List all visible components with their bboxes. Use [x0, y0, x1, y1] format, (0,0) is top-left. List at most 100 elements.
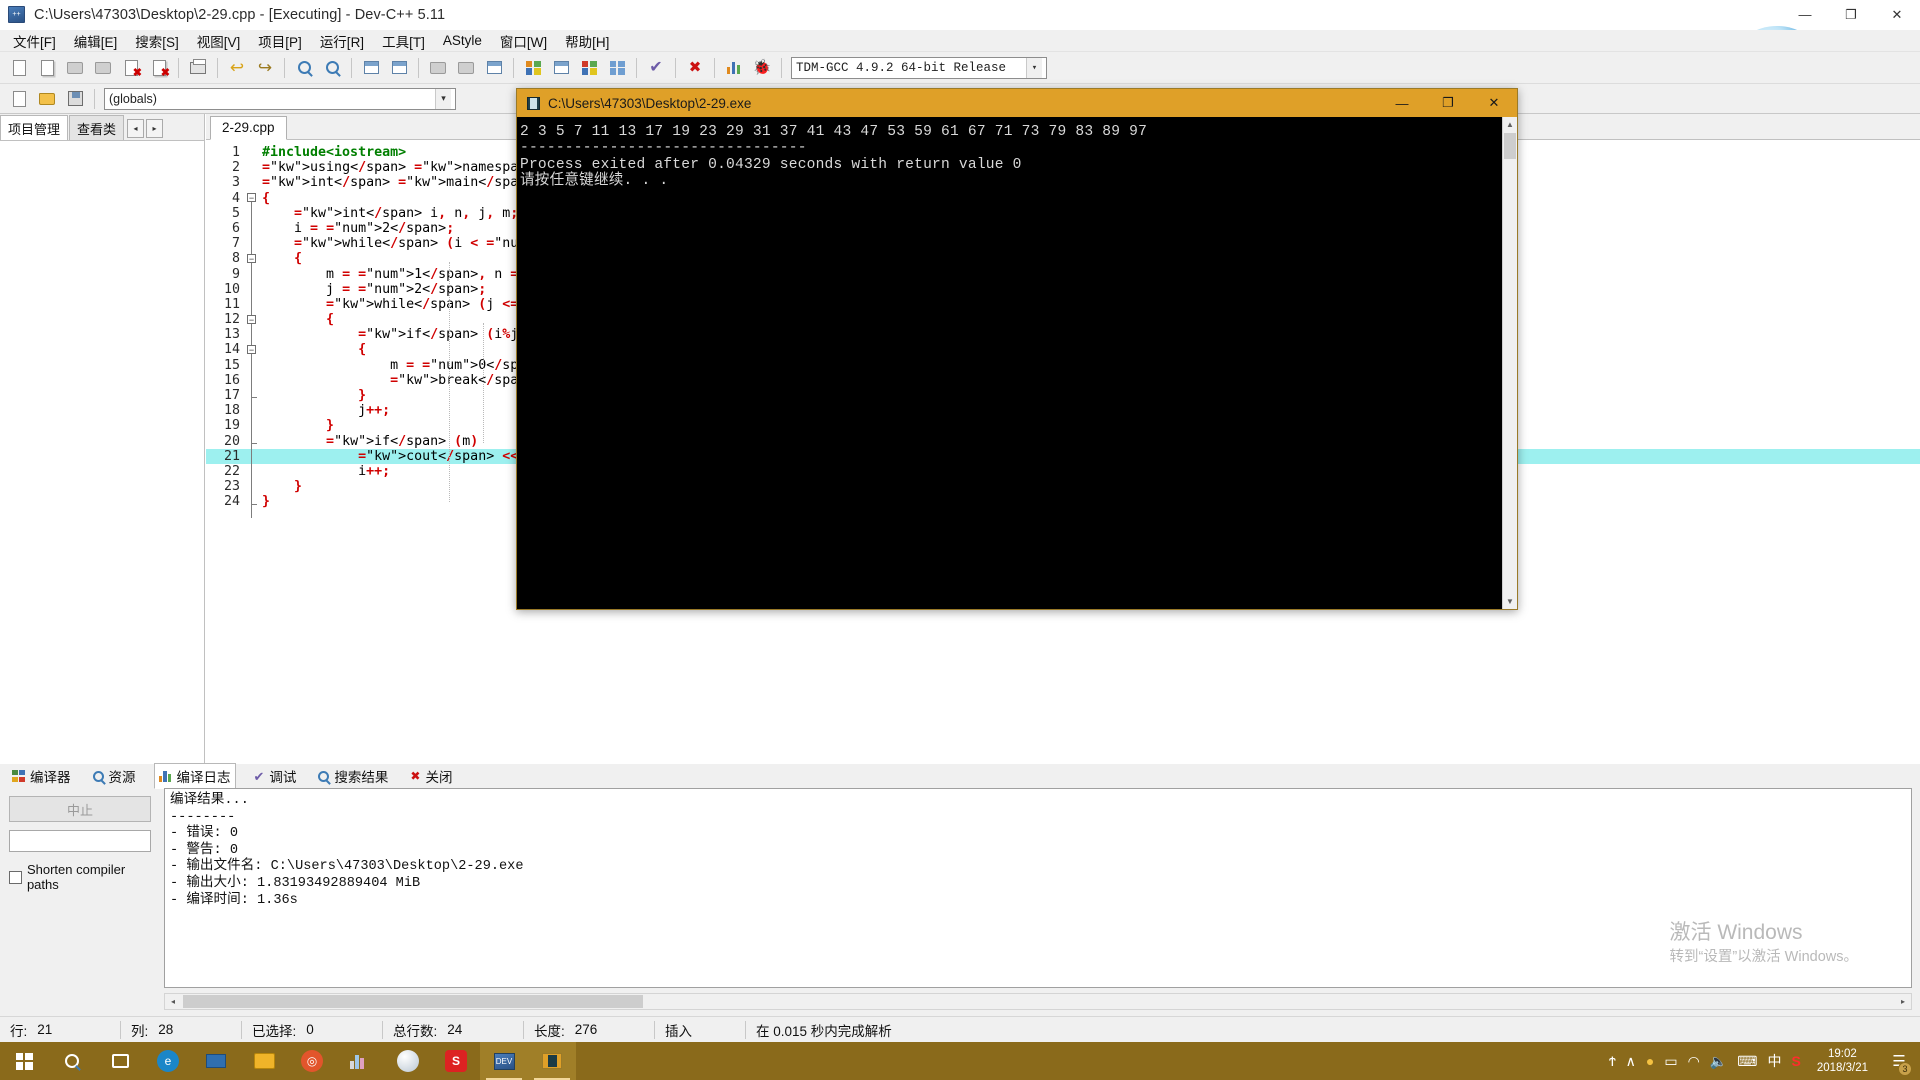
console-close-button[interactable]: ✕ [1471, 89, 1517, 117]
toggle-bookmark-button[interactable] [34, 86, 60, 112]
tab-compiler[interactable]: 编译器 [8, 764, 75, 788]
shorten-paths-checkbox[interactable] [9, 870, 22, 884]
chevron-up-icon[interactable]: ∧ [1626, 1053, 1636, 1070]
new-file-button[interactable] [6, 55, 32, 81]
taskbar-app-explorer[interactable] [240, 1042, 288, 1080]
console-minimize-button[interactable]: — [1379, 89, 1425, 117]
goto-function-button[interactable] [386, 55, 412, 81]
goto-bookmark-button[interactable] [62, 86, 88, 112]
tabs-prev-button[interactable]: ◂ [127, 119, 145, 138]
fold-toggle-12[interactable]: − [247, 315, 256, 324]
compile-button[interactable] [520, 55, 546, 81]
editor-tab-2-29-cpp[interactable]: 2-29.cpp [210, 116, 287, 140]
scroll-up-icon[interactable]: ▲ [1503, 117, 1517, 132]
battery-icon[interactable]: ▭ [1664, 1053, 1677, 1070]
replace-button[interactable] [319, 55, 345, 81]
people-icon[interactable]: Ϯ [1609, 1053, 1616, 1069]
insert-button[interactable] [6, 86, 32, 112]
save-button[interactable] [62, 55, 88, 81]
taskbar-app-chart[interactable] [336, 1042, 384, 1080]
tab-resources[interactable]: 资源 [89, 764, 140, 788]
compiler-select[interactable]: TDM-GCC 4.9.2 64-bit Release ▾ [791, 56, 1047, 79]
taskbar-app-orange[interactable]: ◎ [288, 1042, 336, 1080]
scroll-right-icon[interactable]: ▸ [1895, 997, 1911, 1006]
start-button[interactable] [0, 1042, 48, 1080]
run-button[interactable] [548, 55, 574, 81]
project-tree[interactable] [0, 140, 204, 764]
search-taskbar-button[interactable] [48, 1042, 96, 1080]
taskbar-app-mail[interactable] [192, 1042, 240, 1080]
list-button[interactable] [481, 55, 507, 81]
network-icon[interactable]: ◠ [1688, 1053, 1700, 1070]
syntax-check-button[interactable]: ✔ [643, 55, 669, 81]
tab-compile-log[interactable]: 编译日志 [153, 763, 236, 789]
compiler-path-field[interactable] [9, 830, 151, 852]
maximize-button[interactable]: ❐ [1828, 0, 1874, 30]
menu-file[interactable]: 文件[F] [4, 29, 65, 53]
notification-center-button[interactable]: ☰ 3 [1884, 1042, 1914, 1080]
close-file-button[interactable]: ✖ [118, 55, 144, 81]
task-view-button[interactable] [96, 1042, 144, 1080]
tab-close-panel[interactable]: ✖ 关闭 [406, 764, 456, 788]
menu-run[interactable]: 运行[R] [311, 29, 373, 53]
fold-toggle-14[interactable]: − [247, 345, 256, 354]
open-file-button[interactable] [34, 55, 60, 81]
compile-run-button[interactable] [576, 55, 602, 81]
console-window[interactable]: C:\Users\47303\Desktop\2-29.exe — ❐ ✕ 2 … [516, 88, 1518, 610]
compile-run-icon [581, 60, 597, 75]
undo-button[interactable]: ↩ [224, 55, 250, 81]
tabs-next-button[interactable]: ▸ [146, 119, 164, 138]
shorten-paths-row[interactable]: Shorten compiler paths [9, 862, 160, 892]
tab-search-results[interactable]: 搜索结果 [314, 764, 392, 788]
redo-button[interactable]: ↪ [252, 55, 278, 81]
scope-select[interactable]: (globals) ▾ [104, 87, 456, 110]
menu-view[interactable]: 视图[V] [188, 29, 250, 53]
menu-search[interactable]: 搜索[S] [126, 29, 188, 53]
profile-button[interactable] [721, 55, 747, 81]
qq-icon[interactable]: ● [1646, 1053, 1654, 1069]
tab-project-manager[interactable]: 项目管理 [0, 115, 69, 142]
close-all-button[interactable]: ✖ [146, 55, 172, 81]
volume-icon[interactable]: 🔈 [1710, 1053, 1727, 1070]
taskbar-app-ball[interactable] [384, 1042, 432, 1080]
goto-line-button[interactable] [358, 55, 384, 81]
forward-button[interactable] [453, 55, 479, 81]
menu-help[interactable]: 帮助[H] [556, 29, 618, 53]
abort-button[interactable]: 中止 [9, 796, 151, 822]
hscroll-track[interactable] [181, 994, 1895, 1009]
fold-toggle-4[interactable]: − [247, 193, 256, 202]
chart-app-icon [350, 1053, 370, 1069]
stop-execution-button[interactable]: ✖ [682, 55, 708, 81]
ime-indicator[interactable]: 中 [1767, 1051, 1781, 1071]
back-button[interactable] [425, 55, 451, 81]
hscroll-thumb[interactable] [183, 995, 643, 1008]
taskbar-app-console[interactable] [528, 1042, 576, 1080]
fold-toggle-8[interactable]: − [247, 254, 256, 263]
taskbar-app-devcpp[interactable]: DEV [480, 1042, 528, 1080]
scroll-down-icon[interactable]: ▼ [1503, 594, 1517, 609]
sogou-tray-icon[interactable]: S [1791, 1053, 1800, 1069]
debug-button[interactable]: 🐞 [749, 55, 775, 81]
menu-tools[interactable]: 工具[T] [373, 29, 434, 53]
menu-astyle[interactable]: AStyle [434, 31, 491, 50]
find-button[interactable] [291, 55, 317, 81]
menu-window[interactable]: 窗口[W] [491, 29, 556, 53]
close-button[interactable]: ✕ [1874, 0, 1920, 30]
log-horizontal-scrollbar[interactable]: ◂ ▸ [164, 993, 1912, 1010]
console-maximize-button[interactable]: ❐ [1425, 89, 1471, 117]
menu-project[interactable]: 项目[P] [249, 29, 311, 53]
print-button[interactable] [185, 55, 211, 81]
tab-class-browser[interactable]: 查看类 [69, 115, 125, 142]
tab-debug[interactable]: ✔ 调试 [250, 764, 301, 788]
taskbar-app-sogou[interactable]: S [432, 1042, 480, 1080]
scrollbar-thumb[interactable] [1504, 133, 1516, 159]
menu-edit[interactable]: 编辑[E] [65, 29, 127, 53]
taskbar-clock[interactable]: 19:02 2018/3/21 [1811, 1047, 1874, 1075]
taskbar-app-edge[interactable]: e [144, 1042, 192, 1080]
save-all-button[interactable] [90, 55, 116, 81]
console-scrollbar[interactable]: ▲ ▼ [1502, 117, 1517, 609]
rebuild-button[interactable] [604, 55, 630, 81]
keyboard-icon[interactable]: ⌨ [1737, 1053, 1757, 1070]
scroll-left-icon[interactable]: ◂ [165, 997, 181, 1006]
stop-icon: ✖ [688, 59, 702, 76]
